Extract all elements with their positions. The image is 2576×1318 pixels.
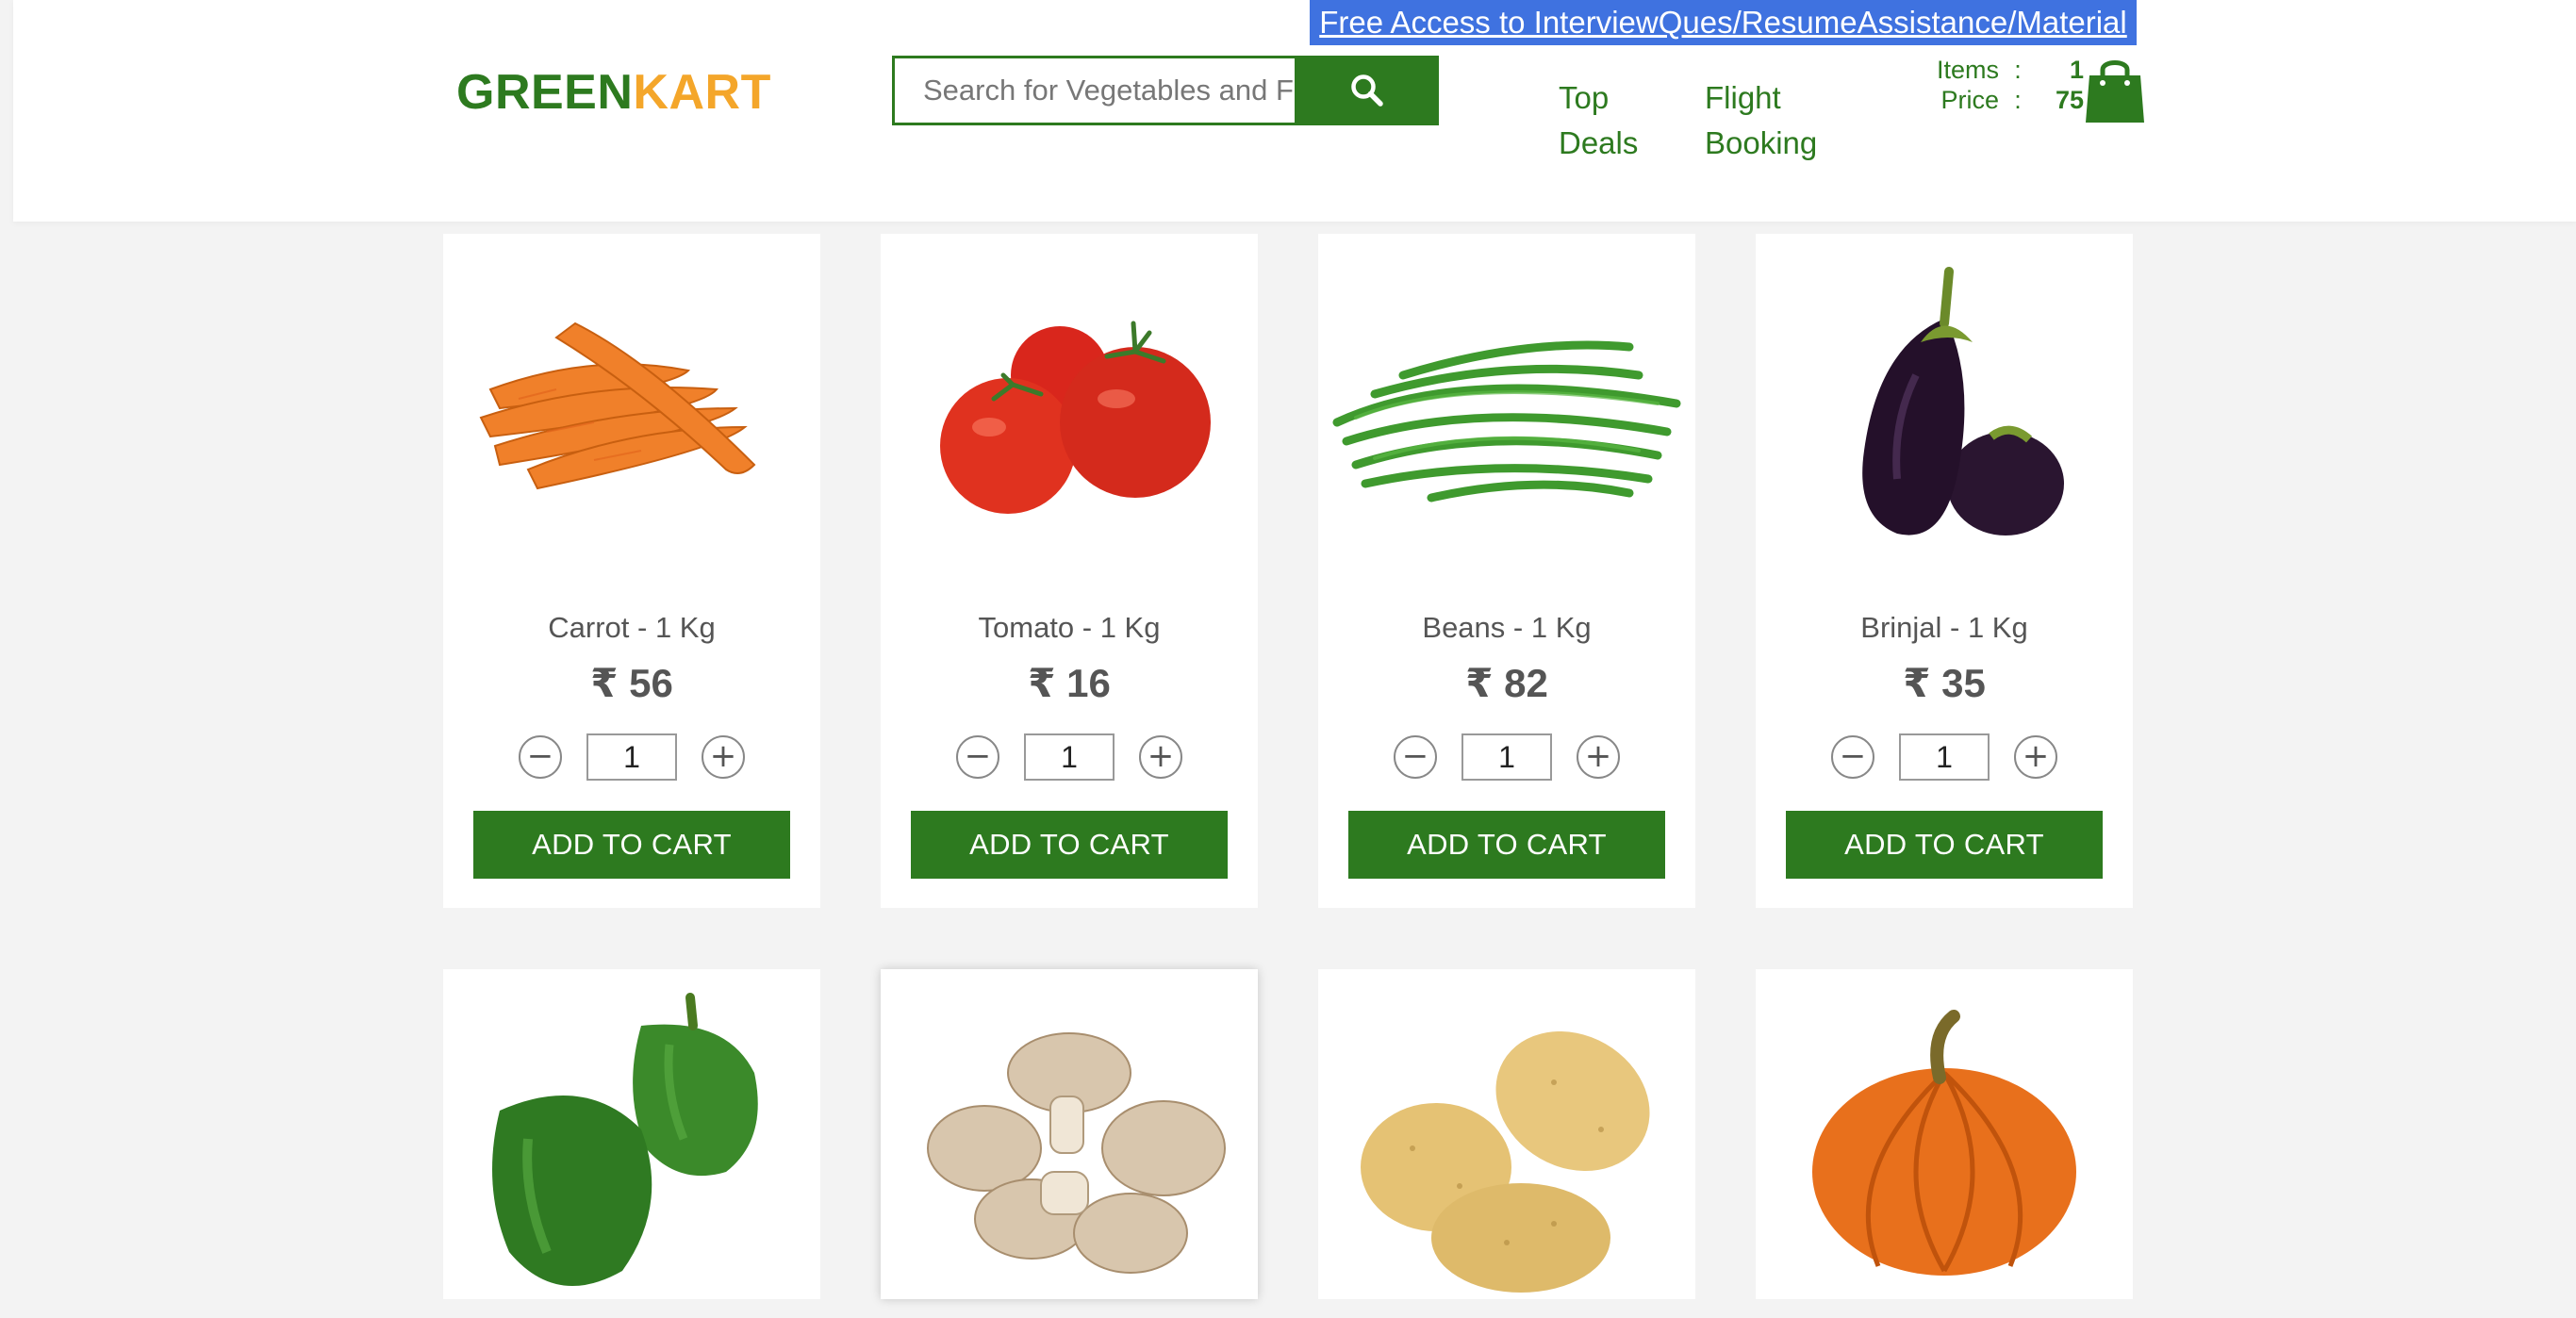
search-input[interactable] bbox=[892, 56, 1295, 125]
quantity-input[interactable] bbox=[1899, 733, 1990, 781]
increment-button[interactable]: + bbox=[1577, 735, 1620, 779]
cart-button[interactable] bbox=[2084, 55, 2146, 124]
product-price: ₹ 16 bbox=[1028, 661, 1111, 705]
decrement-button[interactable]: − bbox=[1831, 735, 1874, 779]
decrement-button[interactable]: − bbox=[956, 735, 999, 779]
cart-items-separator: : bbox=[2014, 55, 2022, 84]
product-card-potato bbox=[1318, 969, 1695, 1299]
increment-button[interactable]: + bbox=[702, 735, 745, 779]
nav-top-deals[interactable]: Top Deals bbox=[1559, 75, 1638, 166]
nav-flight-booking-line2: Booking bbox=[1705, 125, 1818, 160]
brinjal-image bbox=[1862, 267, 2064, 535]
quantity-stepper: − + bbox=[1394, 733, 1620, 781]
capsicum-image bbox=[492, 993, 758, 1286]
cart-summary: Items : 1 Price : 75 bbox=[1905, 55, 2098, 115]
cart-price-row: Price : 75 bbox=[1905, 85, 2098, 115]
cart-items-value: 1 bbox=[2069, 55, 2084, 84]
product-card-brinjal: Brinjal - 1 Kg ₹ 35 − + ADD TO CART bbox=[1756, 234, 2133, 908]
shopping-bag-icon bbox=[2086, 60, 2144, 123]
product-price: ₹ 35 bbox=[1903, 661, 1986, 705]
add-to-cart-button[interactable]: ADD TO CART bbox=[1786, 811, 2103, 879]
increment-button[interactable]: + bbox=[1139, 735, 1182, 779]
quantity-input[interactable] bbox=[1461, 733, 1552, 781]
search-button[interactable] bbox=[1295, 56, 1439, 125]
cart-price-label: Price bbox=[1940, 85, 1999, 114]
product-card-mushroom bbox=[881, 969, 1258, 1299]
pumpkin-image bbox=[1812, 1010, 2076, 1276]
product-card-beans: Beans - 1 Kg ₹ 82 − + ADD TO CART bbox=[1318, 234, 1695, 908]
search-bar bbox=[892, 56, 1439, 125]
nav-top-deals-line2: Deals bbox=[1559, 125, 1639, 160]
nav-flight-booking[interactable]: Flight Booking bbox=[1705, 75, 1817, 166]
product-price: ₹ 82 bbox=[1465, 661, 1548, 705]
product-price: ₹ 56 bbox=[590, 661, 673, 705]
increment-button[interactable]: + bbox=[2014, 735, 2057, 779]
product-name: Brinjal - 1 Kg bbox=[1860, 611, 2028, 644]
decrement-button[interactable]: − bbox=[519, 735, 562, 779]
cart-items-row: Items : 1 bbox=[1905, 55, 2098, 85]
add-to-cart-button[interactable]: ADD TO CART bbox=[1348, 811, 1665, 879]
decrement-button[interactable]: − bbox=[1394, 735, 1437, 779]
nav-top-deals-line1: Top bbox=[1559, 80, 1610, 115]
logo-green: GREEN bbox=[456, 65, 634, 120]
quantity-stepper: − + bbox=[519, 733, 745, 781]
carrot-image bbox=[479, 321, 756, 490]
add-to-cart-button[interactable]: ADD TO CART bbox=[911, 811, 1228, 879]
nav-flight-booking-line1: Flight bbox=[1705, 80, 1781, 115]
product-card-pumpkin bbox=[1756, 969, 2133, 1299]
promo-link[interactable]: Free Access to InterviewQues/ResumeAssis… bbox=[1310, 0, 2137, 45]
product-name: Beans - 1 Kg bbox=[1422, 611, 1592, 644]
cart-price-separator: : bbox=[2014, 85, 2022, 114]
mushroom-image bbox=[927, 1032, 1226, 1274]
quantity-input[interactable] bbox=[1024, 733, 1115, 781]
product-name: Carrot - 1 Kg bbox=[548, 611, 716, 644]
search-icon bbox=[1350, 74, 1383, 107]
product-card-tomato: Tomato - 1 Kg ₹ 16 − + ADD TO CART bbox=[881, 234, 1258, 908]
potato-image bbox=[1361, 1030, 1650, 1293]
beans-image bbox=[1332, 340, 1681, 502]
quantity-input[interactable] bbox=[586, 733, 677, 781]
quantity-stepper: − + bbox=[1831, 733, 2057, 781]
add-to-cart-button[interactable]: ADD TO CART bbox=[473, 811, 790, 879]
cart-price-value: 75 bbox=[2055, 85, 2084, 114]
logo-kart: KART bbox=[633, 65, 771, 120]
product-card-capsicum bbox=[443, 969, 820, 1299]
quantity-stepper: − + bbox=[956, 733, 1182, 781]
tomato-image bbox=[940, 321, 1211, 514]
logo: GREENKART bbox=[456, 64, 771, 121]
product-name: Tomato - 1 Kg bbox=[978, 611, 1161, 644]
product-card-carrot: Carrot - 1 Kg ₹ 56 − + ADD TO CART bbox=[443, 234, 820, 908]
cart-items-label: Items bbox=[1936, 55, 1999, 84]
